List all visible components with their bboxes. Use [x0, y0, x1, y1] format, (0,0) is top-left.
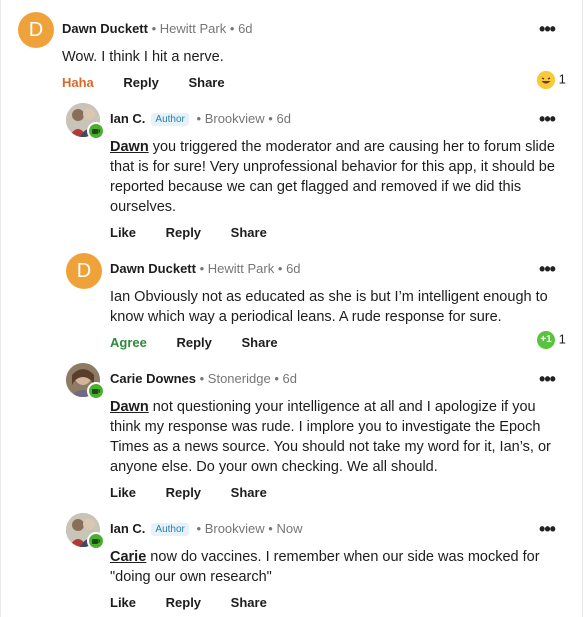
- comment-header: Ian C. Author • Brookview • 6d: [110, 111, 291, 126]
- timestamp: Now: [276, 521, 303, 536]
- comment-dawn-2: D Dawn Duckett • Hewitt Park • 6d ••• Ia…: [0, 250, 583, 360]
- share-button[interactable]: Share: [231, 225, 267, 240]
- reply-button[interactable]: Reply: [166, 595, 201, 610]
- more-options-icon[interactable]: •••: [536, 20, 558, 38]
- separator: •: [196, 111, 202, 126]
- author-badge: Author: [151, 523, 189, 536]
- comment-text: Wow. I think I hit a nerve.: [62, 49, 224, 65]
- share-button[interactable]: Share: [188, 75, 224, 90]
- author-name[interactable]: Ian C.: [110, 111, 145, 126]
- coffee-badge-icon: [87, 122, 105, 140]
- reply-button[interactable]: Reply: [176, 335, 211, 350]
- separator: •: [268, 111, 273, 126]
- separator: •: [151, 21, 157, 36]
- separator: •: [196, 521, 202, 536]
- author-name[interactable]: Dawn Duckett: [62, 21, 148, 36]
- reaction-summary[interactable]: +1 1: [537, 331, 566, 349]
- separator: •: [199, 261, 205, 276]
- timestamp: 6d: [282, 371, 297, 386]
- comment-text: Carie now do vaccines. I remember when o…: [110, 547, 570, 587]
- comment-actions: Like Reply Share: [110, 225, 293, 240]
- comment-actions: Haha Reply Share: [62, 75, 251, 90]
- more-options-icon[interactable]: •••: [536, 110, 558, 128]
- more-options-icon[interactable]: •••: [536, 520, 558, 538]
- author-name[interactable]: Carie Downes: [110, 371, 196, 386]
- author-name[interactable]: Ian C.: [110, 521, 145, 536]
- like-button[interactable]: Like: [110, 595, 136, 610]
- comment-body: now do vaccines. I remember when our sid…: [110, 549, 540, 585]
- coffee-badge-icon: [87, 532, 105, 550]
- reaction-count: 1: [558, 71, 566, 87]
- avatar[interactable]: D: [18, 12, 54, 48]
- plus-one-emoji-icon: +1: [537, 331, 555, 349]
- author-name[interactable]: Dawn Duckett: [110, 261, 196, 276]
- location[interactable]: Stoneridge: [208, 371, 271, 386]
- location[interactable]: Hewitt Park: [160, 21, 226, 36]
- reaction-count: 1: [558, 331, 566, 347]
- comment-text: Dawn not questioning your intelligence a…: [110, 397, 570, 477]
- reply-button[interactable]: Reply: [166, 225, 201, 240]
- like-button[interactable]: Like: [110, 485, 136, 500]
- location[interactable]: Brookview: [205, 111, 265, 126]
- agree-button[interactable]: Agree: [110, 335, 147, 350]
- separator: •: [277, 261, 283, 276]
- timestamp: 6d: [238, 21, 253, 36]
- mention-link[interactable]: Dawn: [110, 139, 149, 155]
- share-button[interactable]: Share: [231, 595, 267, 610]
- comment-ian-2: Ian C. Author • Brookview • Now ••• Carie…: [0, 510, 583, 617]
- comment-body: you triggered the moderator and are caus…: [110, 139, 555, 215]
- more-options-icon[interactable]: •••: [536, 370, 558, 388]
- share-button[interactable]: Share: [242, 335, 278, 350]
- separator: •: [199, 371, 205, 386]
- comment-text: Dawn you triggered the moderator and are…: [110, 137, 570, 217]
- author-badge: Author: [151, 113, 189, 126]
- timestamp: 6d: [286, 261, 301, 276]
- mention-link[interactable]: Dawn: [110, 399, 149, 415]
- comment-header: Ian C. Author • Brookview • Now: [110, 521, 302, 536]
- avatar[interactable]: D: [66, 253, 102, 289]
- separator: •: [229, 21, 235, 36]
- comment-ian-1: Ian C. Author • Brookview • 6d ••• Dawn y…: [0, 100, 583, 250]
- comment-header: Carie Downes • Stoneridge • 6d: [110, 371, 297, 386]
- comment-actions: Agree Reply Share: [110, 335, 304, 350]
- comment-header: Dawn Duckett • Hewitt Park • 6d: [110, 261, 301, 276]
- comment-actions: Like Reply Share: [110, 485, 293, 500]
- share-button[interactable]: Share: [231, 485, 267, 500]
- mention-link[interactable]: Carie: [110, 549, 146, 565]
- comment-body: not questioning your intelligence at all…: [110, 399, 551, 475]
- comment-carie: Carie Downes • Stoneridge • 6d ••• Dawn …: [0, 360, 583, 510]
- reply-button[interactable]: Reply: [123, 75, 158, 90]
- location[interactable]: Hewitt Park: [208, 261, 274, 276]
- separator: •: [274, 371, 279, 386]
- haha-button[interactable]: Haha: [62, 75, 94, 90]
- timestamp: 6d: [276, 111, 291, 126]
- comment-dawn-1: D Dawn Duckett • Hewitt Park • 6d ••• Wo…: [0, 0, 583, 100]
- location[interactable]: Brookview: [205, 521, 265, 536]
- reaction-summary[interactable]: 1: [537, 71, 566, 89]
- like-button[interactable]: Like: [110, 225, 136, 240]
- reply-button[interactable]: Reply: [166, 485, 201, 500]
- laughing-emoji-icon: [537, 71, 555, 89]
- comment-actions: Like Reply Share: [110, 595, 293, 610]
- comment-thread: D Dawn Duckett • Hewitt Park • 6d ••• Wo…: [0, 0, 583, 617]
- comment-text: Ian Obviously not as educated as she is …: [110, 289, 548, 325]
- coffee-badge-icon: [87, 382, 105, 400]
- more-options-icon[interactable]: •••: [536, 260, 558, 278]
- separator: •: [268, 521, 273, 536]
- comment-header: Dawn Duckett • Hewitt Park • 6d: [62, 21, 253, 36]
